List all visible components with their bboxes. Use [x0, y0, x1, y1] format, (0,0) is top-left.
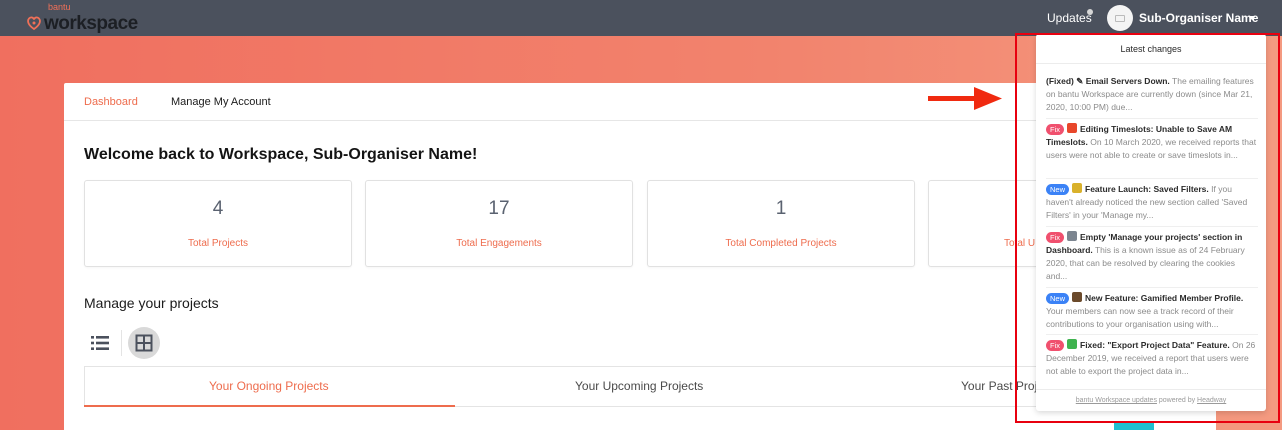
update-item[interactable]: New New Feature: Gamified Member Profile.…	[1046, 292, 1258, 331]
check-mark-icon	[1067, 339, 1077, 349]
user-menu-name[interactable]: Sub-Organiser Name	[1139, 11, 1258, 25]
new-badge: New	[1046, 293, 1070, 304]
tab-ongoing-projects[interactable]: Your Ongoing Projects	[209, 379, 329, 393]
panel-footer: bantu Workspace updates powered by Headw…	[1036, 389, 1266, 411]
project-tabs: Your Ongoing Projects Your Upcoming Proj…	[84, 366, 1196, 407]
grid-view-icon	[135, 334, 153, 352]
sparkles-icon	[1072, 183, 1083, 193]
updates-panel: Latest changes (Fixed) ✎ Email Servers D…	[1036, 34, 1266, 411]
bantu-logo-icon	[27, 16, 41, 31]
logo-small-text: bantu	[48, 2, 71, 12]
trophy-icon	[1072, 292, 1083, 302]
updates-indicator-dot	[1087, 9, 1093, 15]
list-view-icon[interactable]	[88, 333, 112, 353]
stat-label: Total Projects	[187, 238, 249, 249]
action-button[interactable]	[1114, 423, 1154, 430]
arrow-right-icon	[928, 87, 1002, 110]
update-item[interactable]: Fix Editing Timeslots: Unable to Save AM …	[1046, 123, 1258, 162]
tab-dashboard[interactable]: Dashboard	[84, 96, 138, 108]
image-placeholder-icon	[1115, 14, 1125, 22]
stat-card-total-completed-projects: 1 Total Completed Projects	[647, 180, 915, 267]
avatar[interactable]	[1107, 5, 1133, 31]
top-navbar: bantu workspace Updates Sub-Organiser Na…	[0, 0, 1282, 36]
headway-link[interactable]: Headway	[1197, 397, 1226, 404]
updates-link[interactable]: bantu Workspace updates	[1076, 397, 1157, 404]
stat-value: 17	[488, 198, 510, 219]
stat-value: 4	[212, 198, 224, 219]
divider	[1046, 334, 1258, 335]
footer-text: powered by	[1156, 397, 1198, 404]
panel-title: Latest changes	[1036, 34, 1266, 64]
wrench-icon	[1067, 231, 1077, 241]
active-tab-indicator	[84, 405, 455, 407]
divider	[121, 330, 122, 356]
stat-card-total-engagements: 17 Total Engagements	[365, 180, 633, 267]
grid-view-button[interactable]	[128, 327, 160, 359]
stat-label: Total Engagements	[456, 238, 542, 249]
stat-label: Total Completed Projects	[725, 238, 837, 249]
logo-big-text: workspace	[44, 13, 138, 34]
chevron-down-icon[interactable]	[1248, 16, 1256, 20]
divider	[1046, 226, 1258, 227]
fix-badge: Fix	[1046, 124, 1064, 135]
fix-badge: Fix	[1046, 232, 1064, 243]
updates-link[interactable]: Updates	[1047, 11, 1092, 25]
update-item[interactable]: (Fixed) ✎ Email Servers Down. The emaili…	[1046, 75, 1258, 114]
update-title: Fixed: "Export Project Data" Feature.	[1080, 340, 1230, 350]
update-body: Your members can now see a track record …	[1046, 306, 1234, 329]
alarm-clock-icon	[1067, 123, 1077, 133]
fix-badge: Fix	[1046, 340, 1064, 351]
tab-upcoming-projects[interactable]: Your Upcoming Projects	[575, 379, 703, 393]
divider	[1046, 178, 1258, 179]
divider	[1046, 287, 1258, 288]
update-item[interactable]: Fix Empty 'Manage your projects' section …	[1046, 231, 1258, 283]
tab-past-projects[interactable]: Your Past Proj	[961, 379, 1037, 393]
stat-card-total-projects: 4 Total Projects	[84, 180, 352, 267]
new-badge: New	[1046, 184, 1070, 195]
update-title: New Feature: Gamified Member Profile.	[1085, 293, 1244, 303]
update-item[interactable]: Fix Fixed: "Export Project Data" Feature.…	[1046, 339, 1258, 378]
update-title: Feature Launch: Saved Filters.	[1085, 184, 1209, 194]
tab-manage-my-account[interactable]: Manage My Account	[171, 96, 271, 108]
update-item[interactable]: New Feature Launch: Saved Filters. If you…	[1046, 183, 1258, 222]
page-title: Welcome back to Workspace, Sub-Organiser…	[84, 146, 478, 163]
update-title: (Fixed) ✎ Email Servers Down.	[1046, 76, 1170, 86]
divider	[1046, 118, 1258, 119]
stat-value: 1	[775, 198, 787, 219]
section-title: Manage your projects	[84, 295, 219, 311]
workspace-logo[interactable]: bantu workspace	[26, 2, 138, 37]
